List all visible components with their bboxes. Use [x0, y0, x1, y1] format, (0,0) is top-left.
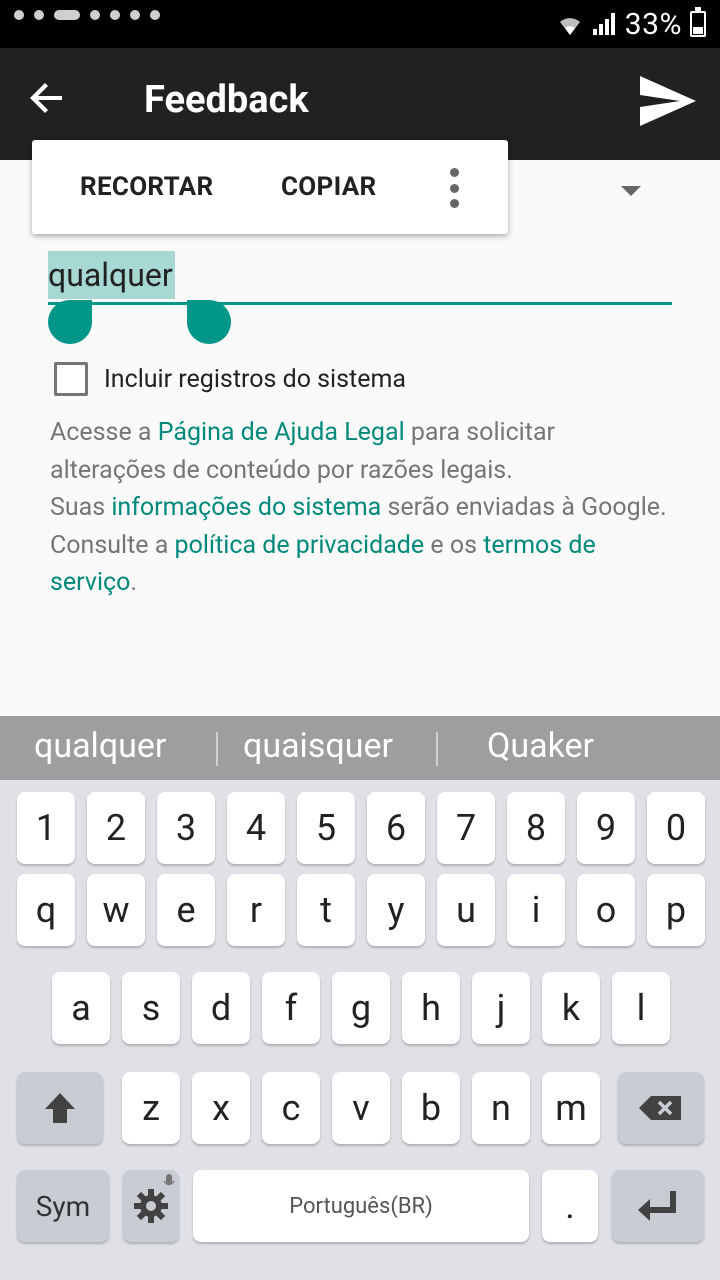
notification-dot-icon: [90, 10, 100, 20]
key-3[interactable]: 3: [157, 792, 215, 864]
key-s[interactable]: s: [122, 972, 180, 1044]
key-a[interactable]: a: [52, 972, 110, 1044]
key-g[interactable]: g: [332, 972, 390, 1044]
battery-percent: 33%: [624, 6, 682, 42]
more-vert-icon[interactable]: [444, 168, 464, 208]
cut-button[interactable]: RECORTAR: [80, 172, 213, 202]
send-button[interactable]: [634, 68, 700, 134]
key-5[interactable]: 5: [297, 792, 355, 864]
key-r[interactable]: r: [227, 874, 285, 946]
legal-help-link[interactable]: Página de Ajuda Legal: [158, 418, 405, 447]
key-n[interactable]: n: [472, 1072, 530, 1144]
key-x[interactable]: x: [192, 1072, 250, 1144]
key-j[interactable]: j: [472, 972, 530, 1044]
dropdown-arrow-icon[interactable]: [621, 186, 641, 196]
key-0[interactable]: 0: [647, 792, 705, 864]
back-button[interactable]: [18, 68, 78, 128]
keyboard: 1234567890 qwertyuiop asdfghjkl zxcvbnm Sym…: [0, 780, 720, 1280]
backspace-key[interactable]: [618, 1072, 704, 1144]
selection-handle-start[interactable]: [48, 300, 92, 344]
key-p[interactable]: p: [647, 874, 705, 946]
key-u[interactable]: u: [437, 874, 495, 946]
key-z[interactable]: z: [122, 1072, 180, 1144]
key-f[interactable]: f: [262, 972, 320, 1044]
status-bar: 33%: [0, 0, 720, 48]
legal-text: Suas: [50, 493, 112, 522]
key-b[interactable]: b: [402, 1072, 460, 1144]
suggestion-item[interactable]: Quaker: [487, 726, 594, 766]
gear-icon: [134, 1189, 168, 1223]
key-d[interactable]: d: [192, 972, 250, 1044]
key-1[interactable]: 1: [17, 792, 75, 864]
legal-notice: Acesse a Página de Ajuda Legal para soli…: [50, 414, 670, 602]
key-c[interactable]: c: [262, 1072, 320, 1144]
settings-key[interactable]: [123, 1170, 179, 1242]
key-2[interactable]: 2: [87, 792, 145, 864]
page-title: Feedback: [144, 78, 309, 122]
key-8[interactable]: 8: [507, 792, 565, 864]
selection-handle-end[interactable]: [187, 300, 231, 344]
wifi-icon: [559, 18, 580, 35]
notification-dot-icon: [130, 10, 140, 20]
feedback-input[interactable]: qualquer: [48, 251, 175, 299]
sym-key[interactable]: Sym: [17, 1170, 109, 1242]
key-9[interactable]: 9: [577, 792, 635, 864]
arrow-left-icon: [30, 83, 62, 113]
feedback-input-underline: [48, 302, 672, 305]
notification-pill-icon: [54, 10, 80, 20]
keyboard-suggestion-bar: qualquer quaisquer Quaker: [0, 716, 720, 780]
legal-text: .: [130, 568, 137, 597]
include-system-logs-checkbox[interactable]: [54, 362, 88, 396]
period-key[interactable]: .: [542, 1170, 598, 1242]
key-m[interactable]: m: [542, 1072, 600, 1144]
backspace-icon: [639, 1096, 681, 1120]
key-o[interactable]: o: [577, 874, 635, 946]
suggestion-divider: [216, 732, 218, 766]
key-w[interactable]: w: [87, 874, 145, 946]
suggestion-item[interactable]: qualquer: [34, 726, 166, 766]
key-4[interactable]: 4: [227, 792, 285, 864]
key-q[interactable]: q: [17, 874, 75, 946]
key-k[interactable]: k: [542, 972, 600, 1044]
text-selection-toolbar: RECORTAR COPIAR: [32, 140, 508, 234]
space-key[interactable]: Português(BR): [193, 1170, 529, 1242]
notification-icons: [14, 10, 160, 20]
key-v[interactable]: v: [332, 1072, 390, 1144]
key-i[interactable]: i: [507, 874, 565, 946]
legal-text: e os: [424, 530, 484, 560]
key-t[interactable]: t: [297, 874, 355, 946]
battery-icon: [690, 7, 706, 37]
notification-dot-icon: [34, 10, 44, 20]
enter-key[interactable]: [612, 1170, 704, 1242]
include-system-logs-row[interactable]: Incluir registros do sistema: [54, 362, 406, 396]
enter-icon: [638, 1191, 676, 1221]
send-icon: [640, 76, 696, 126]
copy-button[interactable]: COPIAR: [281, 172, 376, 202]
mic-icon: [163, 1174, 175, 1186]
signal-icon: [592, 13, 615, 35]
key-e[interactable]: e: [157, 874, 215, 946]
notification-dot-icon: [150, 10, 160, 20]
shift-arrow-icon: [45, 1093, 75, 1123]
suggestion-item[interactable]: quaisquer: [243, 726, 393, 766]
key-7[interactable]: 7: [437, 792, 495, 864]
legal-text: Acesse a: [50, 418, 158, 447]
notification-dot-icon: [110, 10, 120, 20]
key-l[interactable]: l: [612, 972, 670, 1044]
privacy-policy-link[interactable]: política de privacidade: [175, 531, 425, 560]
notification-dot-icon: [14, 10, 24, 20]
key-y[interactable]: y: [367, 874, 425, 946]
system-info-link[interactable]: informações do sistema: [111, 493, 381, 522]
shift-key[interactable]: [17, 1072, 103, 1144]
key-h[interactable]: h: [402, 972, 460, 1044]
suggestion-divider: [436, 732, 438, 766]
include-system-logs-label: Incluir registros do sistema: [104, 364, 406, 394]
key-6[interactable]: 6: [367, 792, 425, 864]
